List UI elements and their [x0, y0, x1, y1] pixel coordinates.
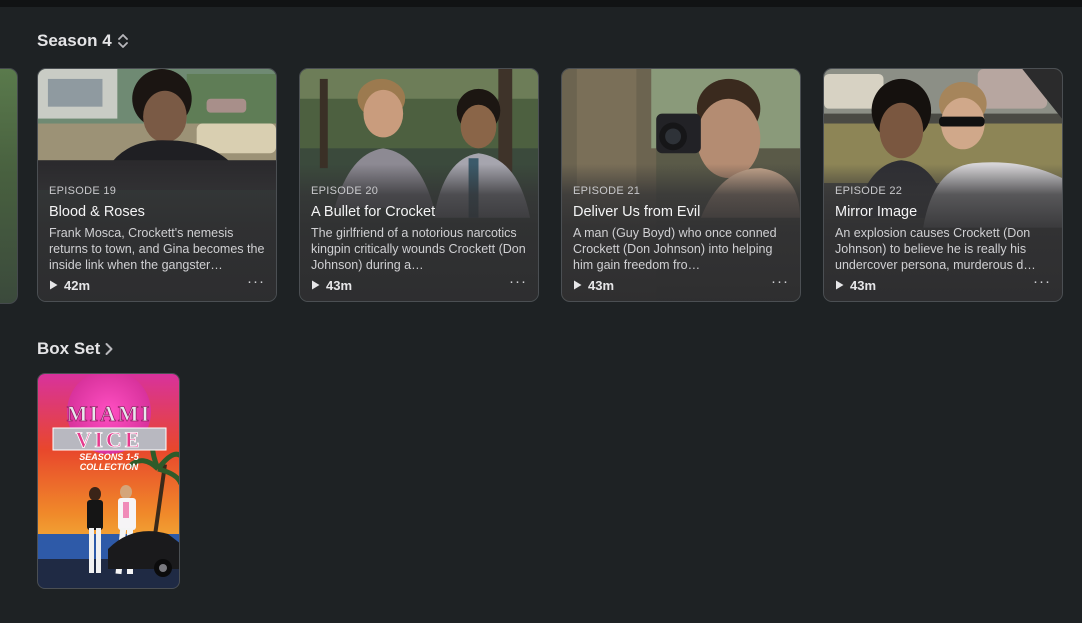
episode-card[interactable]: EPISODE 20 A Bullet for Crocket The girl…	[299, 68, 539, 302]
box-set-poster[interactable]: MIAMI VICE SEASONS 1-5 COLLECTION	[37, 373, 180, 589]
episode-title: A Bullet for Crocket	[311, 204, 436, 220]
season-selector[interactable]: Season 4	[37, 31, 130, 51]
ellipsis-icon[interactable]: ···	[771, 274, 789, 293]
episode-title: Blood & Roses	[49, 204, 145, 220]
episode-description: A man (Guy Boyd) who once conned Crocket…	[573, 226, 777, 272]
play-icon	[49, 280, 58, 290]
episode-meta: EPISODE 22 Mirror Image An explosion cau…	[835, 185, 1051, 273]
episode-card[interactable]: EPISODE 19 Blood & Roses Frank Mosca, Cr…	[37, 68, 277, 302]
up-down-chevron-icon	[116, 32, 130, 50]
episode-description: Frank Mosca, Crockett's nemesis returns …	[49, 226, 265, 272]
season-title: Season 4	[37, 31, 112, 50]
episode-meta: EPISODE 21 Deliver Us from Evil A man (G…	[573, 185, 789, 273]
episode-footer: 43m ···	[573, 274, 789, 293]
episode-card[interactable]: EPISODE 22 Mirror Image An explosion cau…	[823, 68, 1063, 302]
episode-number: EPISODE 22	[835, 185, 903, 197]
previous-episode-card[interactable]	[0, 68, 18, 304]
episode-number: EPISODE 21	[573, 185, 641, 197]
top-bar	[0, 0, 1082, 7]
poster-subtitle-collection: COLLECTION	[80, 462, 139, 472]
episode-footer: 43m ···	[835, 274, 1051, 293]
ellipsis-icon[interactable]: ···	[247, 274, 265, 293]
episode-description: An explosion causes Crockett (Don Johnso…	[835, 226, 1036, 272]
box-set-title: Box Set	[37, 339, 101, 358]
poster-title-vice: VICE	[75, 427, 142, 452]
episode-number: EPISODE 20	[311, 185, 379, 197]
episode-duration: 43m	[326, 277, 353, 293]
ellipsis-icon[interactable]: ···	[509, 274, 527, 293]
episode-card[interactable]: EPISODE 21 Deliver Us from Evil A man (G…	[561, 68, 801, 302]
episode-meta: EPISODE 20 A Bullet for Crocket The girl…	[311, 185, 527, 273]
episode-title: Deliver Us from Evil	[573, 204, 701, 220]
chevron-right-icon	[104, 341, 114, 357]
box-set-header[interactable]: Box Set	[37, 339, 114, 359]
episode-title: Mirror Image	[835, 204, 918, 220]
episode-footer: 43m ···	[311, 274, 527, 293]
ellipsis-icon[interactable]: ···	[1033, 274, 1051, 293]
poster-title-miami: MIAMI	[67, 401, 152, 426]
episode-number: EPISODE 19	[49, 185, 117, 197]
episode-meta: EPISODE 19 Blood & Roses Frank Mosca, Cr…	[49, 185, 265, 273]
play-button[interactable]: 43m	[573, 278, 614, 293]
play-button[interactable]: 43m	[835, 278, 876, 293]
play-button[interactable]: 42m	[49, 278, 90, 293]
episode-duration: 43m	[850, 277, 877, 293]
episode-duration: 42m	[64, 277, 91, 293]
play-icon	[311, 280, 320, 290]
episode-description: The girlfriend of a notorious narcotics …	[311, 226, 526, 272]
play-icon	[573, 280, 582, 290]
poster-artwork: MIAMI VICE SEASONS 1-5 COLLECTION	[38, 374, 179, 588]
play-icon	[835, 280, 844, 290]
play-button[interactable]: 43m	[311, 278, 352, 293]
poster-subtitle-seasons: SEASONS 1-5	[79, 452, 140, 462]
episode-duration: 43m	[588, 277, 615, 293]
episode-footer: 42m ···	[49, 274, 265, 293]
